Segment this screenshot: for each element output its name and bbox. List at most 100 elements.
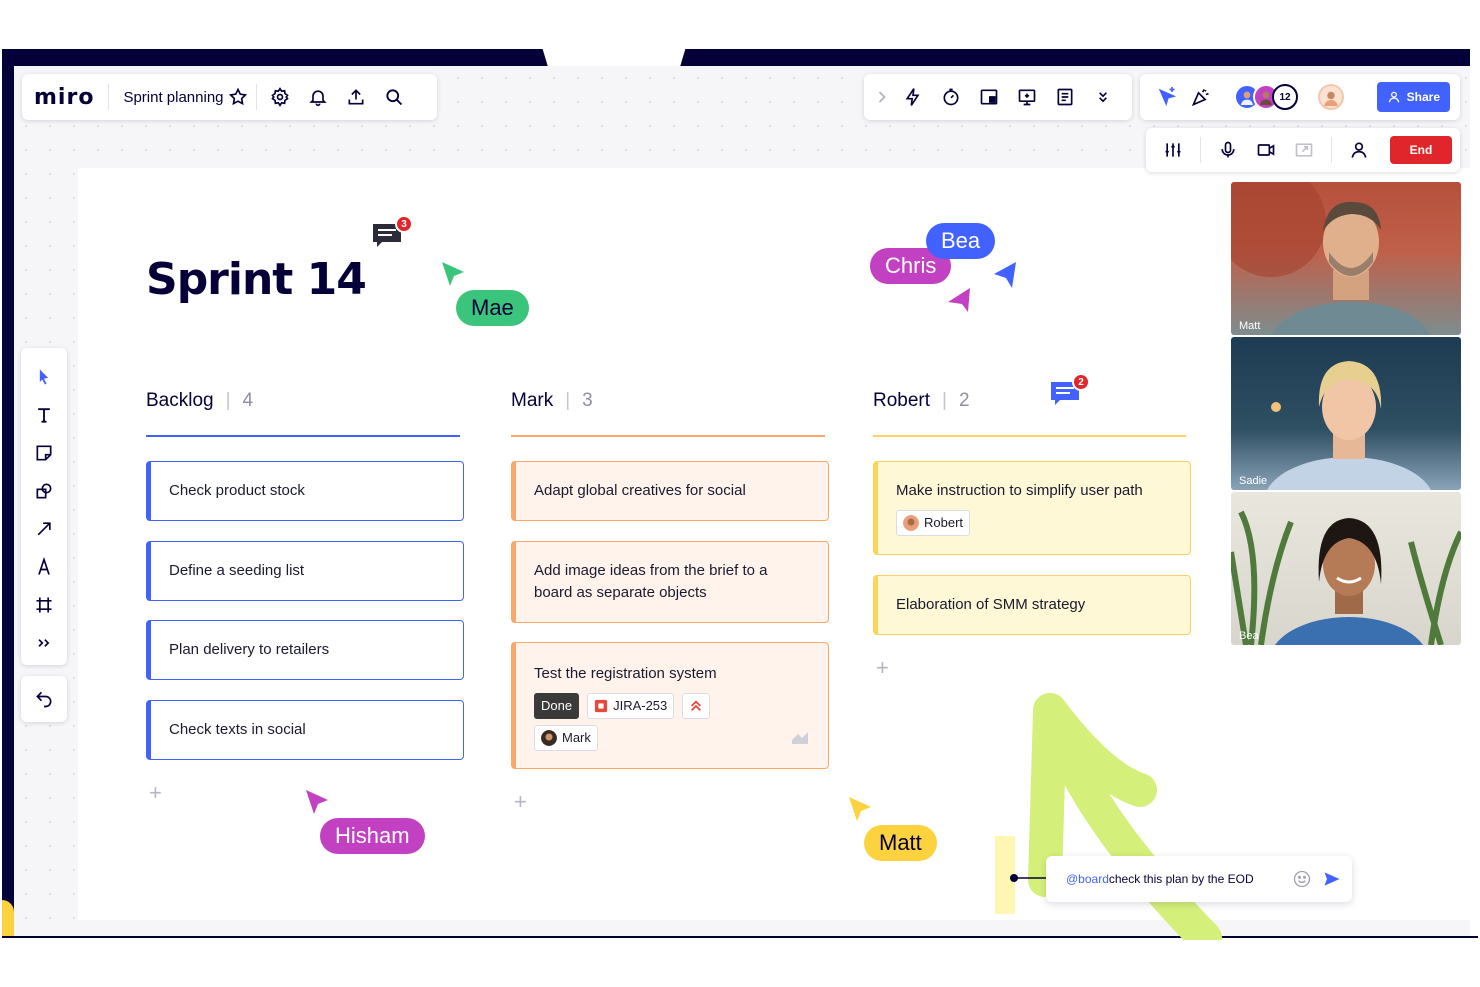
frame-icon[interactable]	[25, 586, 63, 624]
card-assignee: Robert	[896, 510, 1190, 536]
pen-icon[interactable]	[25, 548, 63, 586]
lightning-icon[interactable]	[894, 81, 932, 113]
assignee-tag[interactable]: Mark	[534, 725, 598, 751]
assignee-tag[interactable]: Robert	[896, 510, 971, 536]
add-card-button[interactable]: +	[514, 789, 527, 815]
text-icon[interactable]	[25, 396, 63, 434]
card-text: Add image ideas from the brief to a boar…	[534, 562, 768, 601]
camera-icon[interactable]	[1247, 134, 1285, 166]
card-tags: Done JIRA-253	[534, 693, 828, 719]
comment-thread[interactable]: 2	[1050, 373, 1090, 405]
add-card-button[interactable]: +	[149, 780, 162, 806]
column-header-robert[interactable]: Robert | 2	[873, 390, 970, 412]
task-card[interactable]: Add image ideas from the brief to a boar…	[511, 541, 829, 623]
cursor-label-matt: Matt	[864, 825, 937, 861]
sticky-note-icon[interactable]	[25, 434, 63, 472]
assignee-name: Robert	[924, 515, 964, 530]
column-underline	[146, 435, 460, 437]
card-text: Plan delivery to retailers	[169, 641, 330, 658]
send-icon[interactable]	[1322, 869, 1342, 889]
arrow-icon[interactable]	[25, 510, 63, 548]
video-tile-sadie[interactable]: Sadie	[1231, 337, 1461, 490]
reactions-icon[interactable]	[1184, 81, 1218, 113]
bell-icon[interactable]	[299, 81, 337, 113]
select-icon[interactable]	[25, 358, 63, 396]
jira-tag[interactable]: JIRA-253	[587, 693, 675, 719]
end-call-button[interactable]: End	[1390, 136, 1452, 164]
participant-name: Matt	[1239, 320, 1261, 332]
cursor-pointer-mae	[442, 262, 464, 286]
follow-cursor-icon[interactable]	[1150, 81, 1184, 113]
notes-icon[interactable]	[1046, 81, 1084, 113]
column-header-backlog[interactable]: Backlog | 4	[146, 390, 253, 412]
share-label: Share	[1406, 90, 1440, 104]
jira-icon	[792, 732, 808, 744]
column-count: 2	[958, 390, 970, 411]
miro-logo[interactable]: miro	[34, 85, 94, 110]
emoji-icon[interactable]	[1292, 869, 1312, 889]
status-tag[interactable]: Done	[534, 693, 580, 719]
add-card-button[interactable]: +	[876, 655, 889, 681]
comment-thread[interactable]: 3	[372, 215, 413, 247]
search-icon[interactable]	[375, 81, 413, 113]
task-card[interactable]: Make instruction to simplify user path R…	[873, 461, 1191, 555]
cursor-pointer-chris	[948, 288, 970, 312]
card-text: Test the registration system	[534, 665, 717, 682]
window-frame-bottom	[2, 936, 1478, 938]
embed-icon[interactable]	[970, 81, 1008, 113]
microphone-icon[interactable]	[1209, 134, 1247, 166]
shapes-icon[interactable]	[25, 472, 63, 510]
cursor-label-mae: Mae	[456, 290, 529, 326]
presentation-icon[interactable]	[1008, 81, 1046, 113]
card-text: Elaboration of SMM strategy	[896, 596, 1086, 613]
card-text: Define a seeding list	[169, 562, 305, 579]
task-card[interactable]: Check texts in social	[146, 700, 464, 760]
video-tile-matt[interactable]: Matt	[1231, 182, 1461, 335]
collaborator-count[interactable]: 12	[1272, 84, 1298, 110]
sprint-title[interactable]: Sprint 14	[146, 254, 367, 305]
task-card[interactable]: Adapt global creatives for social	[511, 461, 829, 521]
task-card[interactable]: Test the registration system Done JIRA-2…	[511, 642, 829, 769]
column-name: Mark	[511, 390, 554, 411]
avatar	[903, 515, 919, 531]
priority-tag[interactable]	[682, 693, 711, 719]
cursor-pointer-bea	[994, 262, 1016, 288]
chevrons-down-icon[interactable]	[1084, 81, 1122, 113]
settings-icon[interactable]	[261, 81, 299, 113]
task-card[interactable]: Check product stock	[146, 461, 464, 521]
undo-button[interactable]	[21, 676, 67, 722]
connector-line	[1010, 874, 1048, 882]
toolbar-divider	[108, 84, 110, 110]
card-text: Check texts in social	[169, 721, 306, 738]
star-icon[interactable]	[224, 81, 252, 113]
board-title[interactable]: Sprint planning	[123, 89, 223, 106]
share-screen-icon[interactable]	[1285, 134, 1323, 166]
collaboration-toolbar	[864, 74, 1132, 120]
more-tools-icon[interactable]	[25, 624, 63, 662]
column-header-mark[interactable]: Mark | 3	[511, 390, 593, 412]
comment-input[interactable]: @board check this plan by the EOD	[1046, 856, 1352, 902]
column-name: Backlog	[146, 390, 214, 411]
upload-icon[interactable]	[337, 81, 375, 113]
task-card[interactable]: Define a seeding list	[146, 541, 464, 601]
jira-icon	[594, 699, 608, 713]
collaborator-avatars[interactable]: 12	[1234, 84, 1298, 110]
participant-name: Sadie	[1239, 475, 1268, 487]
video-tile-bea[interactable]: Bea	[1231, 492, 1461, 645]
column-count: 4	[242, 390, 254, 411]
task-card[interactable]: Plan delivery to retailers	[146, 620, 464, 680]
toolbar-divider	[1331, 137, 1332, 163]
column-name: Robert	[873, 390, 931, 411]
avatar[interactable]	[1318, 84, 1344, 110]
timer-icon[interactable]	[932, 81, 970, 113]
toolbar-divider	[1200, 137, 1201, 163]
mention-tag: @board	[1066, 872, 1109, 886]
card-text: Adapt global creatives for social	[534, 482, 746, 499]
person-icon[interactable]	[1340, 134, 1378, 166]
presence-toolbar: 12 Share	[1140, 74, 1460, 120]
chevron-right-icon[interactable]	[870, 81, 894, 113]
task-card[interactable]: Elaboration of SMM strategy	[873, 575, 1191, 635]
share-button[interactable]: Share	[1376, 82, 1450, 112]
sliders-icon[interactable]	[1154, 134, 1192, 166]
priority-icon	[691, 700, 702, 711]
